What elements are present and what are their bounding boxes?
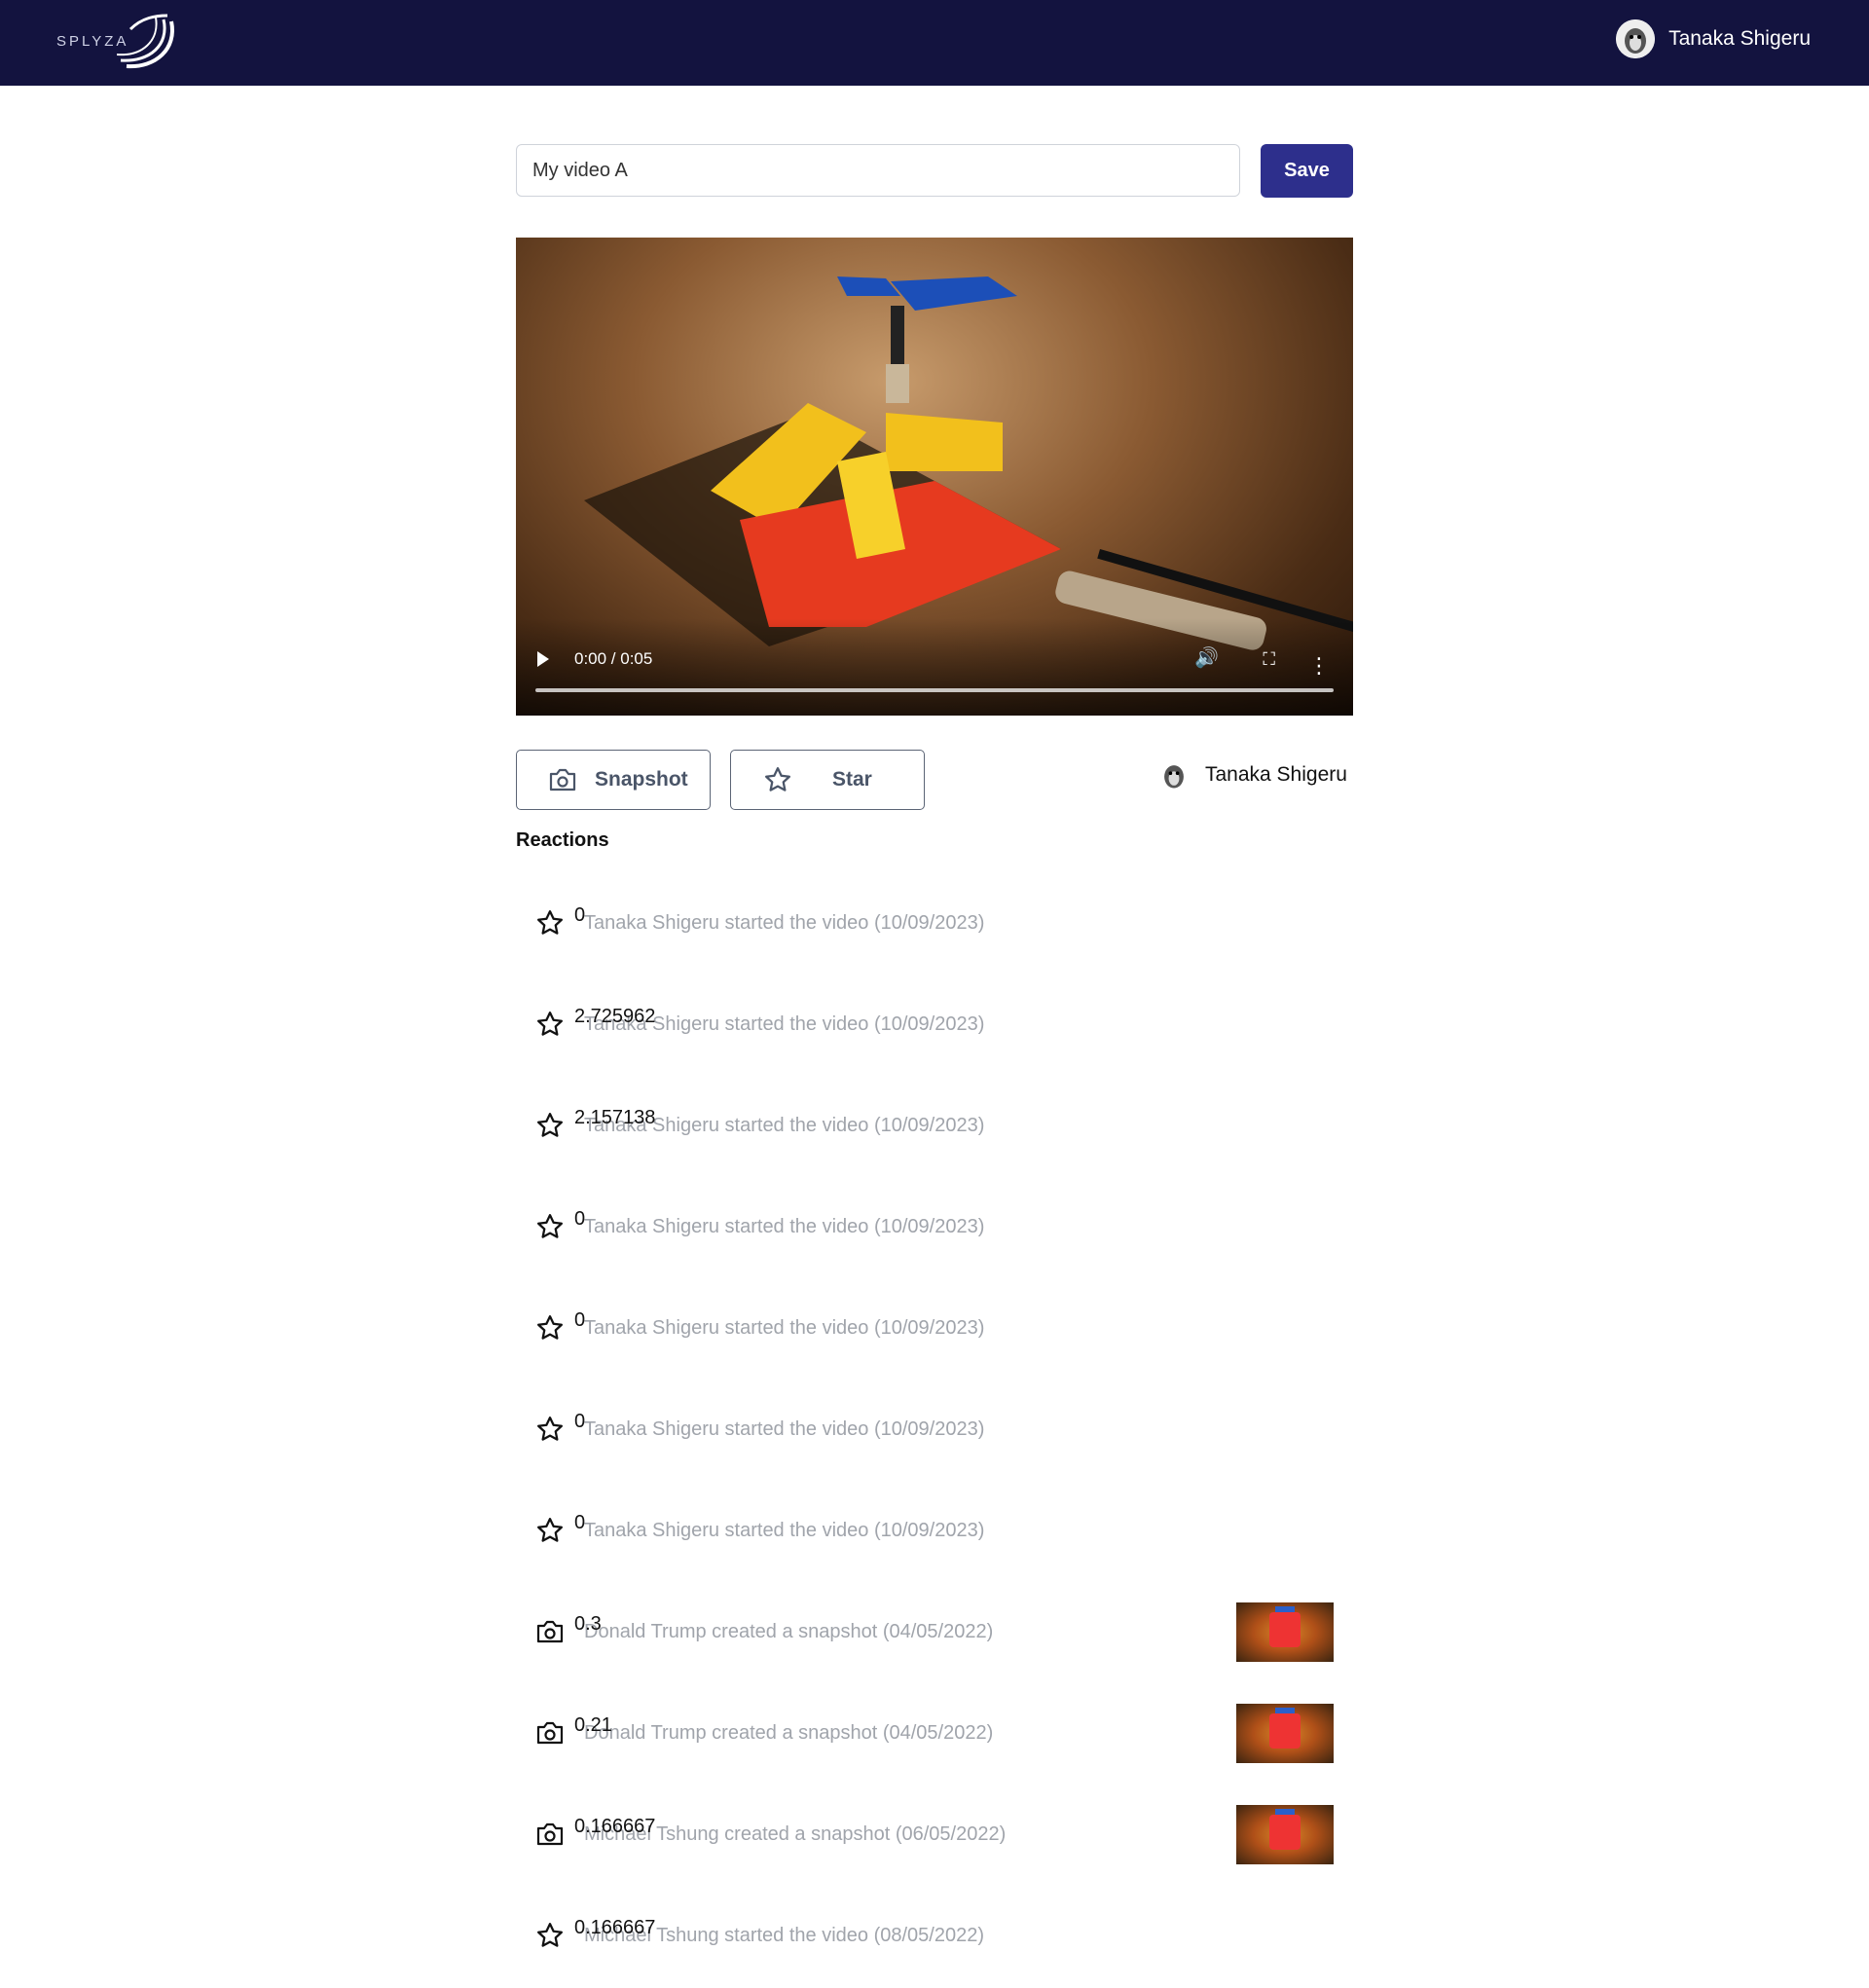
logo-swirl-icon [117,14,174,69]
reaction-time[interactable]: 0.166667 [574,1816,655,1838]
top-navigation-bar: SPLYZA Tanaka Shigeru [0,0,1869,86]
video-time: 0:00 / 0:05 [574,649,653,668]
reaction-time[interactable]: 2.725962 [574,1006,655,1028]
user-avatar [1616,19,1656,58]
video-controls: 0:00 / 0:05 🔊 ⛶ ⋮ [516,618,1353,716]
dog-avatar-icon [1156,757,1191,792]
reaction-message: Tanaka Shigeru started the video (10/09/… [584,911,985,934]
user-menu[interactable]: Tanaka Shigeru [1616,19,1811,58]
snapshot-thumbnail[interactable] [1236,1704,1334,1763]
reaction-row[interactable]: 0.166667 Michael Tshung started the video… [516,1885,1353,1986]
reaction-row[interactable]: 0 Tanaka Shigeru started the video (10/09… [516,1480,1353,1581]
reaction-time[interactable]: 0 [574,904,585,927]
star-label: Star [832,768,872,791]
reaction-time[interactable]: 0 [574,1411,585,1433]
reaction-row[interactable]: 0 Tanaka Shigeru started the video (10/09… [516,1379,1353,1480]
reaction-time[interactable]: 0 [574,1512,585,1534]
dog-avatar-icon [1616,19,1656,58]
owner-avatar [1156,757,1191,792]
reaction-row[interactable]: 0.21 Donald Trump created a snapshot (04/… [516,1682,1353,1784]
reactions-heading: Reactions [516,829,609,851]
reaction-time[interactable]: 0.21 [574,1714,612,1737]
reaction-message: Donald Trump created a snapshot (04/05/2… [584,1620,994,1642]
reaction-message: Tanaka Shigeru started the video (10/09/… [584,1417,985,1440]
camera-icon [548,767,577,792]
reaction-row[interactable]: 0 Tanaka Shigeru started the video (10/09… [516,1277,1353,1379]
reaction-time[interactable]: 0.166667 [574,1917,655,1939]
fullscreen-icon[interactable]: ⛶ [1263,649,1275,670]
reaction-row[interactable]: 2.157138 Tanaka Shigeru started the video… [516,1075,1353,1176]
more-options-icon[interactable]: ⋮ [1308,655,1330,677]
snapshot-thumbnail[interactable] [1236,1602,1334,1662]
reaction-message: Tanaka Shigeru started the video (10/09/… [584,1316,985,1339]
reaction-row[interactable]: 0 Tanaka Shigeru started the video (10/09… [516,1176,1353,1277]
reaction-row[interactable]: 0.3 Donald Trump created a snapshot (04/0… [516,1581,1353,1682]
snapshot-thumbnail[interactable] [1236,1805,1334,1864]
owner-name: Tanaka Shigeru [1205,763,1347,786]
user-name: Tanaka Shigeru [1668,27,1811,50]
splyza-logo[interactable]: SPLYZA [55,10,181,74]
reaction-row[interactable]: 2.725962 Tanaka Shigeru started the video… [516,974,1353,1075]
volume-icon[interactable]: 🔊 [1194,645,1219,670]
reaction-message: Tanaka Shigeru started the video (10/09/… [584,1519,985,1541]
video-progress-bar[interactable] [535,688,1334,692]
save-button[interactable]: Save [1261,144,1353,198]
star-icon [762,765,793,794]
video-title-input[interactable] [516,144,1240,197]
snapshot-button[interactable]: Snapshot [516,750,711,810]
video-owner: Tanaka Shigeru [1156,757,1347,792]
snapshot-label: Snapshot [595,768,688,791]
reaction-row[interactable]: 0 Tanaka Shigeru started the video (10/09… [516,872,1353,974]
reaction-time[interactable]: 0.3 [574,1613,602,1636]
play-icon[interactable] [537,651,549,667]
video-player[interactable]: 0:00 / 0:05 🔊 ⛶ ⋮ [516,238,1353,716]
reaction-message: Tanaka Shigeru started the video (10/09/… [584,1215,985,1237]
reaction-time[interactable]: 2.157138 [574,1107,655,1129]
reaction-message: Donald Trump created a snapshot (04/05/2… [584,1721,994,1744]
reaction-time[interactable]: 0 [574,1309,585,1332]
star-button[interactable]: Star [730,750,925,810]
reaction-row[interactable]: 0.166667 Michael Tshung created a snapsho… [516,1784,1353,1885]
reaction-time[interactable]: 0 [574,1208,585,1231]
reactions-list: 0 Tanaka Shigeru started the video (10/09… [516,872,1353,1986]
